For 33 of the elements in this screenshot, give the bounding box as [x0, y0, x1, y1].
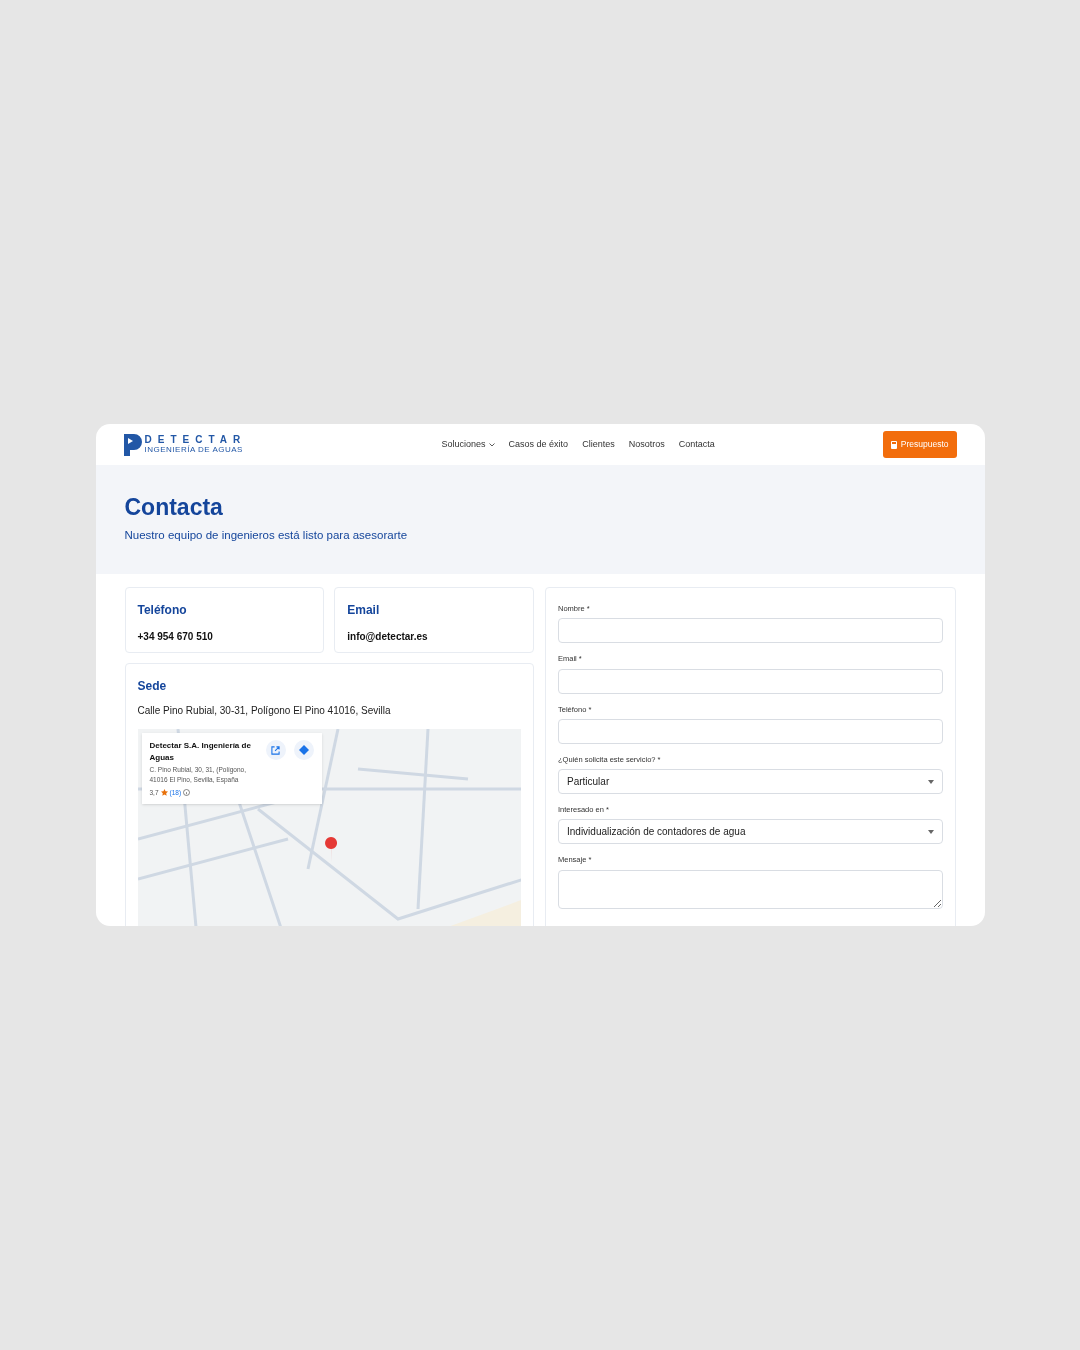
nav-link[interactable]: Casos de éxito — [508, 437, 569, 452]
address-text: Calle Pino Rubial, 30-31, Polígono El Pino 41016, Sevilla — [137, 704, 392, 718]
logo-mark-icon — [123, 433, 142, 456]
card-title: Email — [347, 602, 381, 619]
caret-icon — [927, 829, 934, 834]
external-link-icon — [271, 745, 280, 755]
info-icon — [183, 788, 191, 796]
message-textarea[interactable] — [558, 869, 943, 909]
card-title: Teléfono — [137, 602, 188, 619]
select-field[interactable]: Individualización de contadores de agua — [558, 819, 943, 845]
nav-link[interactable]: Nosotros — [628, 437, 665, 452]
star-icon — [160, 788, 168, 796]
text-input-field[interactable] — [558, 668, 943, 694]
caret-icon — [927, 779, 934, 784]
card-title: Sede — [137, 678, 168, 695]
directions-icon — [298, 745, 309, 755]
text-input-field[interactable] — [558, 718, 943, 744]
chevron-down-icon — [488, 442, 495, 447]
nav-link[interactable]: Clientes — [582, 437, 615, 452]
nav-link[interactable]: Soluciones — [441, 437, 495, 452]
card-value: +34 954 670 510 — [137, 630, 214, 644]
open-external-button[interactable] — [265, 740, 286, 760]
page-title: Contacta — [124, 496, 224, 519]
logo-tagline: INGENIERÍA DE AGUAS — [144, 446, 244, 454]
nav-link[interactable]: Contacta — [678, 437, 715, 452]
logo-wordmark: DETECTAR — [144, 435, 247, 445]
calculator-icon — [890, 440, 897, 449]
select-field[interactable]: Particular — [558, 769, 943, 794]
card-value: info@detectar.es — [347, 630, 429, 644]
text-input-field[interactable] — [558, 618, 943, 644]
place-name: Detectar S.A. Ingeniería de Aguas — [149, 740, 252, 764]
page-subtitle: Nuestro equipo de ingenieros está listo para asesorarte — [124, 528, 409, 543]
directions-button[interactable] — [293, 740, 314, 760]
